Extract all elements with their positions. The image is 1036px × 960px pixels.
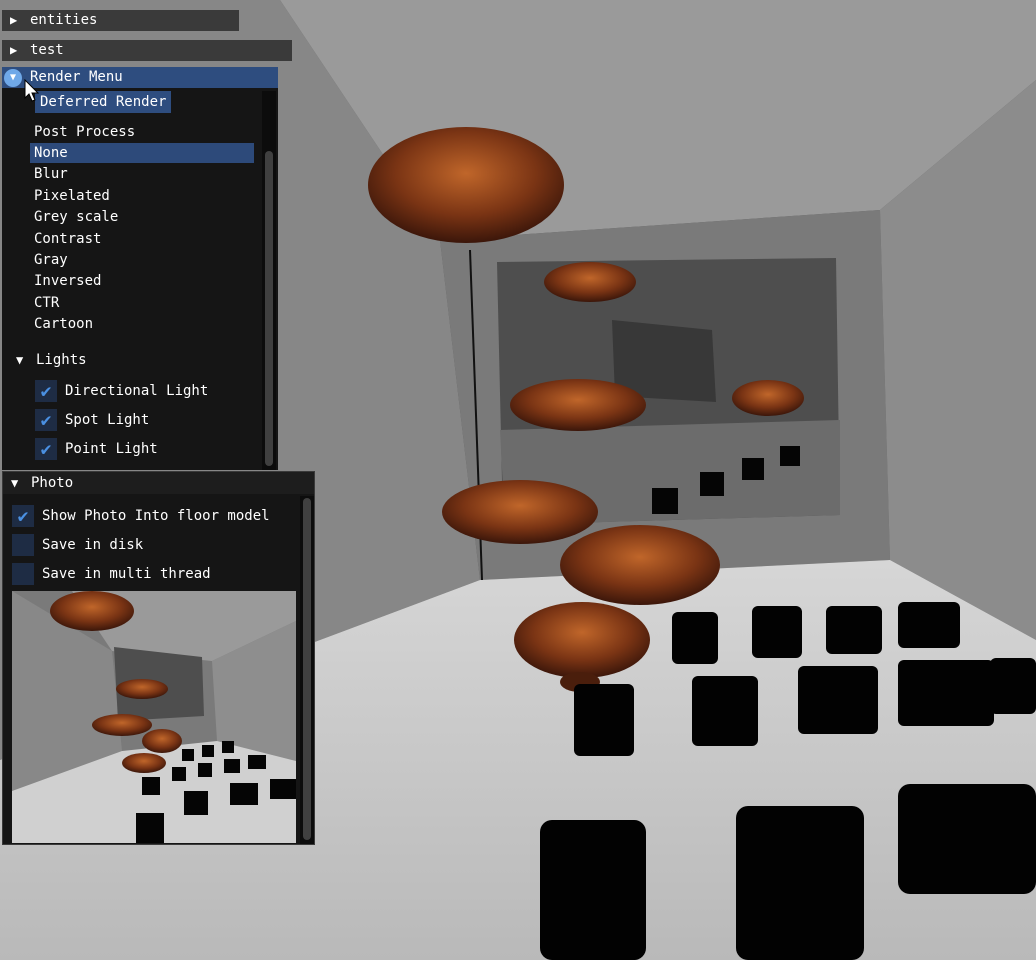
expanded-arrow-icon: ▼ [16, 353, 24, 367]
post-process-option-grey-scale[interactable]: Grey scale [30, 207, 118, 227]
test-header[interactable]: ▶ test [2, 40, 292, 61]
expanded-arrow-icon: ▼ [4, 68, 22, 87]
photo-panel: ▼ Photo ✔ Show Photo Into floor model Sa… [2, 471, 315, 845]
post-process-option-gray[interactable]: Gray [30, 250, 68, 270]
scrollbar-thumb[interactable] [265, 151, 273, 466]
collapsed-arrow-icon: ▶ [10, 13, 18, 27]
render-menu-header[interactable]: ▼ Render Menu [2, 67, 278, 88]
post-process-option-none[interactable]: None [30, 143, 254, 163]
expanded-arrow-icon: ▼ [11, 475, 19, 490]
post-process-label: Post Process [34, 124, 136, 140]
photo-header[interactable]: ▼ Photo [3, 472, 314, 494]
photo-title: Photo [31, 474, 74, 491]
test-label: test [30, 42, 64, 58]
photo-preview [12, 591, 296, 843]
checkbox[interactable]: ✔ [35, 380, 57, 402]
checkmark-icon: ✔ [40, 409, 52, 431]
render-menu-scrollbar[interactable] [262, 91, 276, 470]
checkmark-icon: ✔ [17, 505, 29, 527]
deferred-render-tab[interactable]: Deferred Render [35, 91, 172, 113]
lights-header[interactable]: ▼ Lights [8, 350, 248, 371]
checkmark-icon: ✔ [40, 438, 52, 460]
checkbox[interactable]: ✔ [12, 505, 34, 527]
directional-light-toggle[interactable]: ✔ Directional Light [35, 378, 208, 404]
entities-header[interactable]: ▶ entities [2, 10, 239, 31]
mouse-cursor-icon [24, 79, 40, 102]
checkmark-icon: ✔ [40, 380, 52, 402]
show-photo-label: Show Photo Into floor model [42, 508, 270, 524]
save-in-disk-toggle[interactable]: Save in disk [12, 532, 143, 558]
checkbox[interactable]: ✔ [35, 409, 57, 431]
lights-title: Lights [36, 352, 87, 368]
render-menu-title: Render Menu [30, 69, 123, 85]
point-light-toggle[interactable]: ✔ Point Light [35, 436, 158, 462]
save-in-disk-label: Save in disk [42, 537, 144, 553]
spot-light-toggle[interactable]: ✔ Spot Light [35, 407, 149, 433]
checkbox[interactable] [12, 534, 34, 556]
render-menu-panel: ▼ Render Menu Deferred Render Post Proce… [2, 67, 278, 470]
checkbox[interactable] [12, 563, 34, 585]
scrollbar-thumb[interactable] [303, 498, 311, 840]
photo-scrollbar[interactable] [300, 496, 314, 844]
collapsed-arrow-icon: ▶ [10, 43, 18, 57]
post-process-option-pixelated[interactable]: Pixelated [30, 186, 110, 206]
point-light-label: Point Light [65, 441, 158, 457]
spot-light-label: Spot Light [65, 412, 150, 428]
entities-label: entities [30, 12, 98, 28]
save-multi-thread-toggle[interactable]: Save in multi thread [12, 561, 211, 587]
post-process-option-ctr[interactable]: CTR [30, 293, 59, 313]
save-multi-thread-label: Save in multi thread [42, 566, 211, 582]
post-process-option-blur[interactable]: Blur [30, 164, 68, 184]
directional-light-label: Directional Light [65, 383, 209, 399]
post-process-option-contrast[interactable]: Contrast [30, 229, 101, 249]
checkbox[interactable]: ✔ [35, 438, 57, 460]
post-process-option-cartoon[interactable]: Cartoon [30, 314, 93, 334]
post-process-option-inversed[interactable]: Inversed [30, 271, 101, 291]
show-photo-toggle[interactable]: ✔ Show Photo Into floor model [12, 503, 270, 529]
